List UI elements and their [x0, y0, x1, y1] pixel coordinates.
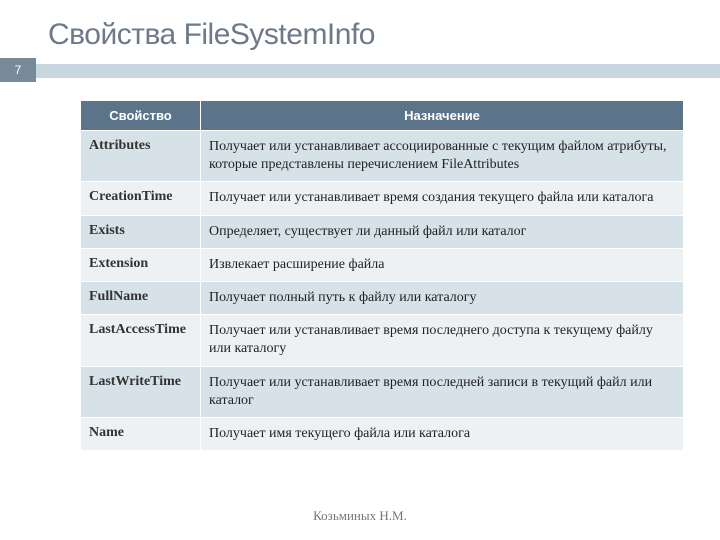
prop-name: Attributes: [81, 131, 201, 182]
prop-desc: Получает полный путь к файлу или каталог…: [201, 281, 684, 314]
prop-desc: Извлекает расширение файла: [201, 248, 684, 281]
prop-name: LastWriteTime: [81, 366, 201, 417]
table-row: FullName Получает полный путь к файлу ил…: [81, 281, 684, 314]
prop-name: Name: [81, 417, 201, 450]
prop-desc: Определяет, существует ли данный файл ил…: [201, 215, 684, 248]
prop-name: Extension: [81, 248, 201, 281]
header-property: Свойство: [81, 101, 201, 131]
table-row: Name Получает имя текущего файла или кат…: [81, 417, 684, 450]
page-number-badge: 7: [0, 58, 36, 82]
table-row: LastWriteTime Получает или устанавливает…: [81, 366, 684, 417]
prop-name: LastAccessTime: [81, 315, 201, 366]
table-row: CreationTime Получает или устанавливает …: [81, 182, 684, 215]
table-row: Exists Определяет, существует ли данный …: [81, 215, 684, 248]
table-container: Свойство Назначение Attributes Получает …: [0, 78, 720, 451]
prop-name: CreationTime: [81, 182, 201, 215]
prop-desc: Получает имя текущего файла или каталога: [201, 417, 684, 450]
slide-title: Свойства FileSystemInfo: [0, 0, 720, 64]
footer-author: Козьминых Н.М.: [0, 508, 720, 524]
table-header-row: Свойство Назначение: [81, 101, 684, 131]
prop-name: FullName: [81, 281, 201, 314]
table-row: LastAccessTime Получает или устанавливае…: [81, 315, 684, 366]
prop-name: Exists: [81, 215, 201, 248]
table-row: Extension Извлекает расширение файла: [81, 248, 684, 281]
properties-table: Свойство Назначение Attributes Получает …: [80, 100, 684, 451]
prop-desc: Получает или устанавливает время создани…: [201, 182, 684, 215]
table-row: Attributes Получает или устанавливает ас…: [81, 131, 684, 182]
header-purpose: Назначение: [201, 101, 684, 131]
prop-desc: Получает или устанавливает ассоциированн…: [201, 131, 684, 182]
accent-bar: 7: [0, 64, 720, 78]
prop-desc: Получает или устанавливает время последн…: [201, 366, 684, 417]
prop-desc: Получает или устанавливает время последн…: [201, 315, 684, 366]
